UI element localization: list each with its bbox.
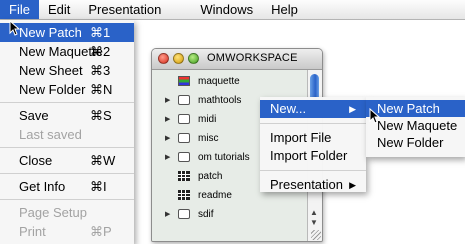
disclosure-triangle-icon[interactable]: ▶ [165,206,170,223]
menu-item-label: Get Info [19,179,66,194]
menu-item-page-setup: Page Setup [0,203,134,222]
disclosure-triangle-icon[interactable]: ▶ [165,130,170,147]
maquette-icon [178,76,190,86]
workspace-item-label: midi [198,114,217,125]
menu-separator [0,173,134,174]
workspace-item-label: mathtools [198,95,242,106]
menu-item-label: New... [270,101,307,116]
scroll-up-arrow-icon[interactable]: ▲ [310,208,318,217]
close-window-button[interactable] [158,53,169,64]
file-menu: New Patch ⌘1 New Maquette ⌘2 New Sheet ⌘… [0,20,134,244]
menu-windows[interactable]: Windows [191,0,262,19]
menu-item-shortcut: ⌘I [90,179,107,194]
workspace-item-label: sdif [198,209,214,220]
menu-item-shortcut: ⌘3 [90,63,111,78]
context-item-presentation[interactable]: Presentation ▶ [260,176,366,194]
folder-icon [178,209,190,219]
menu-bar: File Edit Presentation Windows Help [0,0,465,20]
folder-icon [178,95,190,105]
new-submenu: New Patch New Maquete New Folder [366,97,465,157]
minimize-window-button[interactable] [173,53,184,64]
menu-item-shortcut: ⌘S [90,108,112,123]
submenu-arrow-icon: ▶ [349,104,356,114]
mouse-pointer-icon [9,20,21,36]
workspace-item-label: readme [198,190,232,201]
scroll-down-arrow-icon[interactable]: ▼ [310,218,318,227]
menu-item-label: New Sheet [19,63,83,78]
menu-file[interactable]: File [0,0,39,19]
menu-item-label: Page Setup [19,205,87,220]
folder-icon [178,133,190,143]
window-titlebar[interactable]: OMWORKSPACE [152,49,322,70]
menu-separator [0,102,134,103]
menu-item-new-sheet[interactable]: New Sheet ⌘3 [0,61,134,80]
menu-item-label: Last saved [19,127,82,142]
menu-item-label: New Patch [19,25,82,40]
disclosure-triangle-icon[interactable]: ▶ [165,149,170,166]
menu-item-get-info[interactable]: Get Info ⌘I [0,177,134,196]
disclosure-triangle-icon[interactable]: ▶ [165,111,170,128]
menu-item-label: Import Folder [270,148,348,163]
menu-help[interactable]: Help [262,0,307,19]
menu-separator [0,199,134,200]
menu-item-label: Print [19,224,46,239]
window-title: OMWORKSPACE [207,52,298,64]
menu-item-label: Presentation [270,177,343,192]
menu-item-label: Close [19,153,53,168]
menu-item-new-maquette[interactable]: New Maquette ⌘2 [0,42,134,61]
folder-icon [178,114,190,124]
menu-item-close[interactable]: Close ⌘W [0,151,134,170]
menu-separator [0,147,134,148]
folder-icon [178,152,190,162]
menu-edit[interactable]: Edit [39,0,79,19]
menu-item-shortcut: ⌘W [90,153,116,168]
menu-item-new-folder[interactable]: New Folder ⌘N [0,80,134,99]
zoom-window-button[interactable] [188,53,199,64]
menu-item-shortcut: ⌘N [90,82,113,97]
menu-item-shortcut: ⌘P [90,224,112,239]
menu-item-label: New Folder [19,82,86,97]
menu-item-shortcut: ⌘1 [90,25,111,40]
menu-item-label: Save [19,108,49,123]
menu-separator [260,123,366,124]
context-item-import-folder[interactable]: Import Folder [260,147,366,165]
submenu-arrow-icon: ▶ [349,180,356,190]
mouse-pointer-icon [369,108,381,124]
patch-icon [178,171,190,181]
disclosure-triangle-icon[interactable]: ▶ [165,92,170,109]
workspace-item-label: om tutorials [198,152,250,163]
resize-grip-icon[interactable] [311,230,321,240]
patch-icon [178,190,190,200]
menu-item-last-saved: Last saved [0,125,134,144]
menu-item-print: Print ⌘P [0,222,134,241]
menu-presentation[interactable]: Presentation [79,0,170,19]
workspace-item-label: patch [198,171,223,182]
context-menu: New... ▶ Import File Import Folder Prese… [260,97,366,192]
context-item-import-file[interactable]: Import File [260,129,366,147]
submenu-item-new-folder[interactable]: New Folder [366,134,465,151]
workspace-item-label: misc [198,133,219,144]
menu-item-save[interactable]: Save ⌘S [0,106,134,125]
workspace-item-label: maquette [198,76,240,87]
menu-item-shortcut: ⌘2 [90,44,111,59]
menu-separator [260,170,366,171]
context-item-new[interactable]: New... ▶ [260,100,366,118]
menu-item-label: Import File [270,130,332,145]
